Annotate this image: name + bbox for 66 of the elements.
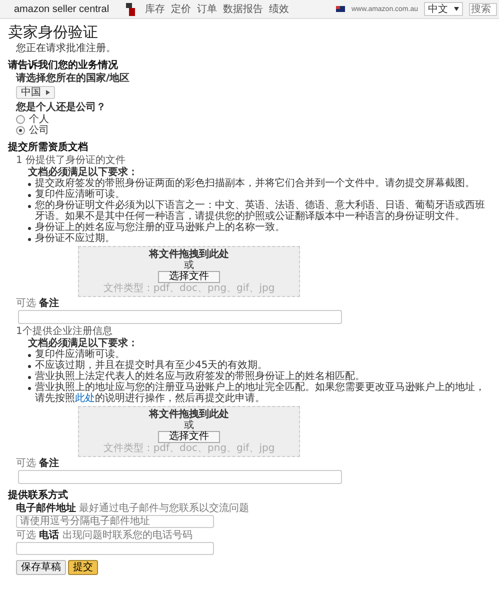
note-field[interactable] <box>18 310 342 324</box>
nav-link[interactable]: 数据报告 <box>223 4 264 14</box>
field-label: 请选择您所在的国家/地区 <box>16 73 131 84</box>
bullet-icon <box>28 376 31 379</box>
choose-file-button[interactable]: 选择文件 <box>158 431 220 443</box>
nav-link[interactable]: 绩效 <box>269 4 290 14</box>
bullet-icon <box>28 387 31 390</box>
submit-button[interactable]: 提交 <box>68 560 98 575</box>
field-label: 可选 备注 <box>16 458 60 469</box>
save-draft-button[interactable]: 保存草稿 <box>16 560 66 575</box>
requirement-item: 复印件应清晰可读。 <box>35 189 125 200</box>
nav-link[interactable]: 定价 <box>171 4 192 14</box>
logo[interactable]: amazon seller central <box>14 4 110 14</box>
country-dropdown[interactable]: 中国 <box>16 86 55 99</box>
section-heading: 提供联系方式 <box>8 490 69 501</box>
document-label: 1个提供企业注册信息 <box>16 326 114 337</box>
caret-icon <box>454 7 459 11</box>
requirement-item: 您的身份证明文件必须为以下语言之一：中文、英语、法语、德语、意大利语、日语、葡萄牙语或西班牙语。如果不是其中任何一种语言，请提供您的护照或公证翻译版本中一种语言的身份证明文件。 <box>35 200 486 222</box>
requirements-title: 文档必须满足以下要求： <box>28 167 139 178</box>
field-label: 可选 备注 <box>16 298 60 309</box>
bullet-icon <box>28 354 31 357</box>
bullet-icon <box>28 205 31 208</box>
requirement-item: 身份证不应过期。 <box>35 233 116 244</box>
file-types-text: 文件类型：pdf、doc、png、gif、jpg <box>103 443 275 454</box>
bullet-icon <box>28 238 31 241</box>
field-label: 您是个人还是公司？ <box>16 102 107 113</box>
bullet-icon <box>28 365 31 368</box>
radio-label: 个人 <box>29 114 49 125</box>
note-field[interactable] <box>18 470 342 484</box>
file-types-text: 文件类型：pdf、doc、png、gif、jpg <box>103 283 275 294</box>
requirement-item: 复印件应清晰可读。 <box>35 349 126 360</box>
field-label: 电子邮件地址 最好通过电子邮件与您联系以交流问题 <box>16 503 250 514</box>
field-label: 可选 电话 出现问题时联系您的电话号码 <box>16 530 194 541</box>
section-heading: 请告诉我们您的业务情况 <box>8 60 119 71</box>
bullet-icon <box>28 183 31 186</box>
drop-text: 将文件拖拽到此处 <box>149 409 229 420</box>
bullet-icon <box>28 227 31 230</box>
drop-zone[interactable]: 将文件拖拽到此处 或 选择文件 文件类型：pdf、doc、png、gif、jpg <box>78 246 300 297</box>
requirement-item: 提交政府签发的带照身份证两面的彩色扫描副本，并将它们合并到一个文件中。请勿提交屏幕截图。 <box>35 178 476 189</box>
bullet-icon <box>28 194 31 197</box>
section-heading: 提交所需资质文档 <box>8 142 89 153</box>
choose-file-button[interactable]: 选择文件 <box>158 271 220 283</box>
requirement-item: 营业执照上法定代表人的姓名应与政府签发的带照身份证上的姓名相匹配。 <box>35 371 366 382</box>
drop-zone[interactable]: 将文件拖拽到此处 或 选择文件 文件类型：pdf、doc、png、gif、jpg <box>78 406 300 457</box>
or-text: 或 <box>184 420 194 431</box>
nav-link[interactable]: 订单 <box>197 4 218 14</box>
flag-icon <box>336 6 346 12</box>
nav-link[interactable]: 库存 <box>145 4 166 14</box>
drop-text: 将文件拖拽到此处 <box>149 249 229 260</box>
language-dropdown[interactable]: 中文 <box>424 2 463 16</box>
requirement-item: 不应该过期，并且在提交时具有至少45天的有效期。 <box>35 360 269 371</box>
radio-button[interactable] <box>16 115 25 124</box>
search-field[interactable]: 搜索 <box>469 2 497 16</box>
or-text: 或 <box>184 260 194 271</box>
info-text: 您正在请求批准注册。 <box>16 43 117 54</box>
requirement-item: 身份证上的姓名应与您注册的亚马逊账户上的名称一致。 <box>35 222 286 233</box>
caret-icon <box>46 90 50 95</box>
requirements-title: 文档必须满足以下要求： <box>28 338 139 349</box>
radio-button[interactable] <box>16 126 25 135</box>
instructions-link[interactable]: 此处 <box>75 393 95 404</box>
radio-label: 公司 <box>29 125 49 136</box>
requirement-item: 营业执照上的地址应与您的注册亚马逊账户上的地址完全匹配。如果您需要更改亚马逊账户上的地址，请先按照此处的说明进行操作，然后再提交此申请。 <box>35 382 486 404</box>
document-label: 1 份提供了身份证的文件 <box>16 155 127 166</box>
phone-field[interactable] <box>16 542 214 555</box>
email-field[interactable]: 请使用逗号分隔电子邮件地址 <box>16 515 214 528</box>
page-title: 卖家身份验证 <box>8 24 99 41</box>
